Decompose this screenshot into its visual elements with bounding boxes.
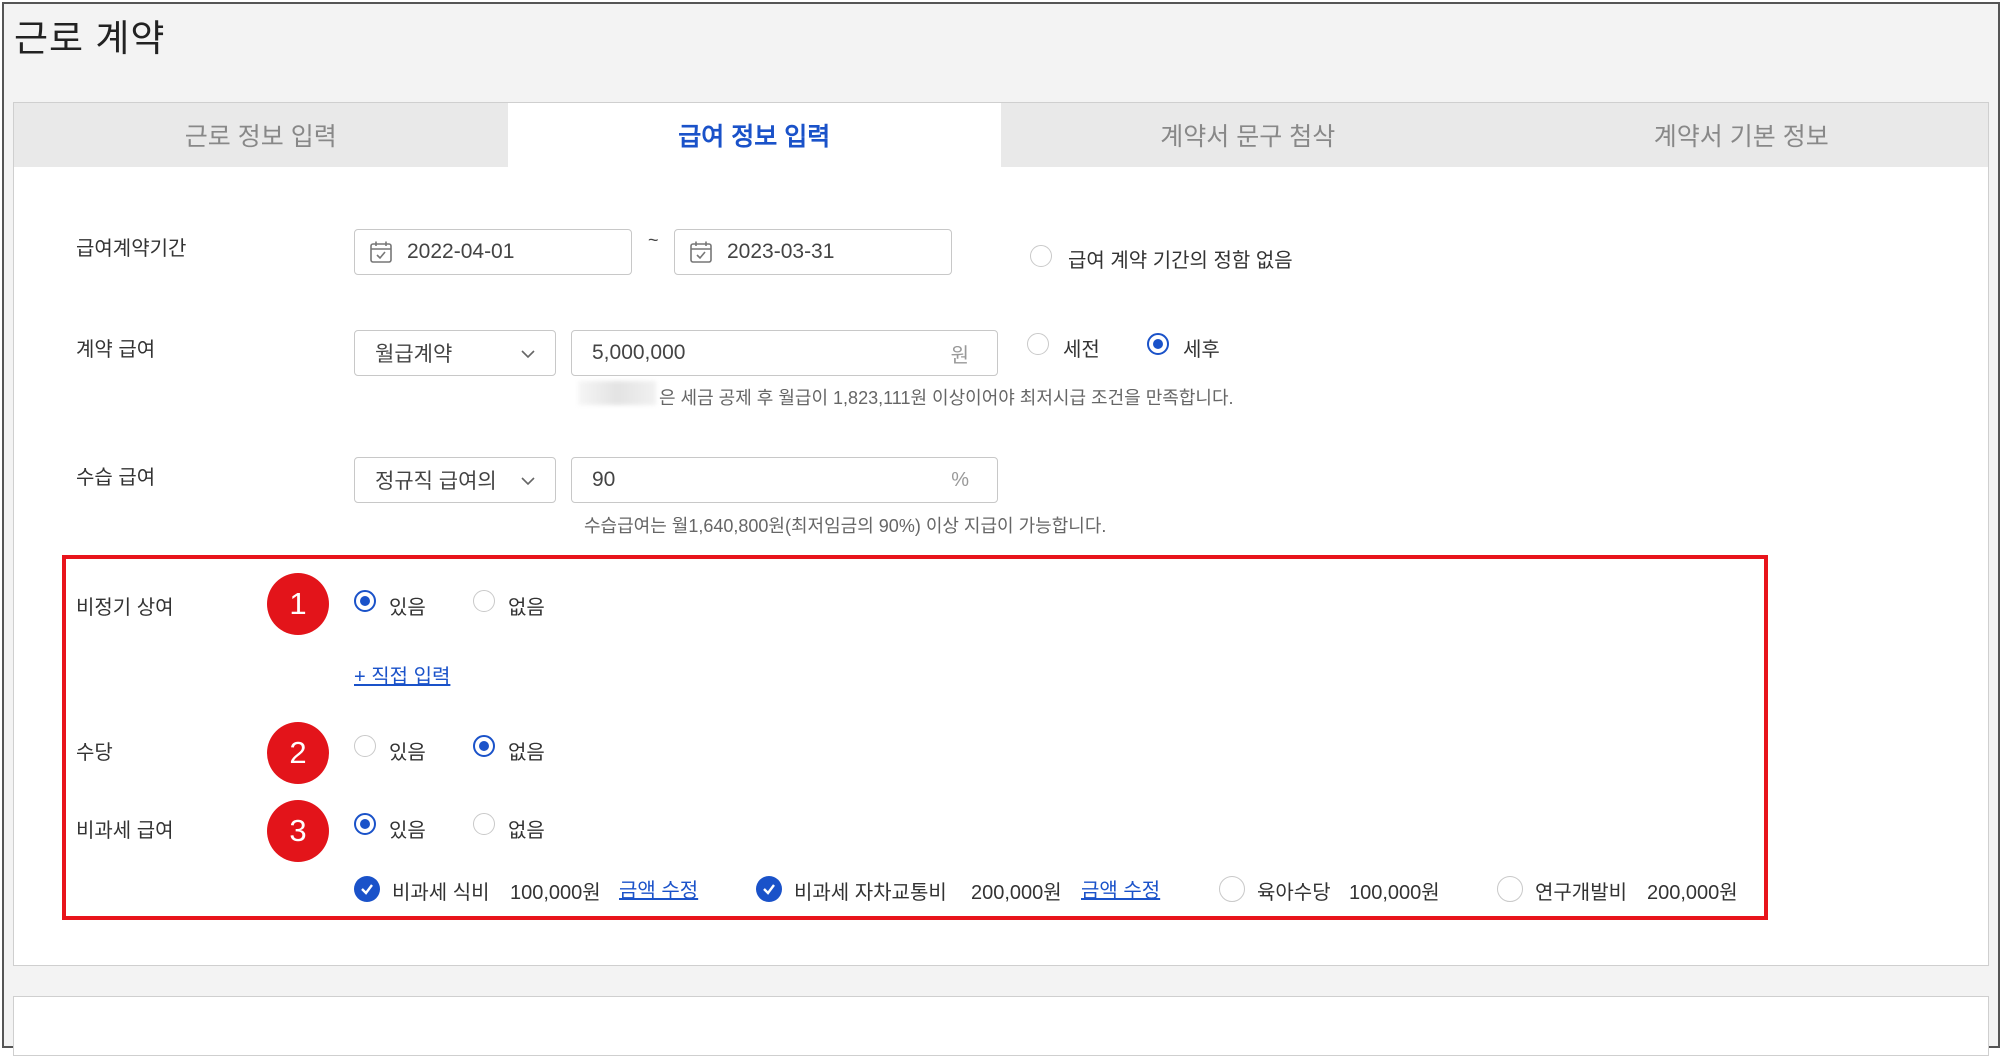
salary-label: 계약 급여 — [76, 339, 156, 361]
allowance-no-radio[interactable] — [473, 735, 495, 757]
meal-checkbox[interactable] — [354, 876, 380, 902]
allowance-yes-label: 있음 — [389, 742, 426, 764]
meal-name: 비과세 식비 — [392, 882, 490, 904]
period-end-value: 2023-03-31 — [727, 240, 835, 263]
salary-amount-input[interactable]: 5,000,000 원 — [571, 330, 998, 376]
period-end-input[interactable]: 2023-03-31 — [674, 229, 952, 275]
tab-contract-wording[interactable]: 계약서 문구 첨삭 — [1001, 103, 1495, 167]
probation-type-select[interactable]: 정규직 급여의 — [354, 457, 556, 503]
period-start-value: 2022-04-01 — [407, 240, 515, 263]
tab-contract-basic-info[interactable]: 계약서 기본 정보 — [1494, 103, 1988, 167]
next-panel — [13, 996, 1989, 1056]
research-checkbox[interactable] — [1497, 876, 1523, 902]
bonus-yes-radio[interactable] — [354, 590, 376, 612]
salary-amount-value: 5,000,000 — [592, 341, 686, 364]
probation-label: 수습 급여 — [76, 467, 156, 489]
posttax-radio[interactable] — [1147, 333, 1169, 355]
bonus-label: 비정기 상여 — [76, 597, 174, 619]
period-label: 급여계약기간 — [76, 238, 187, 260]
allowance-label: 수당 — [76, 742, 113, 764]
car-transport-amount: 200,000원 — [971, 882, 1062, 904]
no-period-label: 급여 계약 기간의 정함 없음 — [1068, 250, 1293, 272]
pretax-radio[interactable] — [1027, 333, 1049, 355]
bonus-no-label: 없음 — [508, 597, 545, 619]
redacted-name — [578, 381, 656, 405]
period-separator: ~ — [648, 230, 659, 250]
chevron-down-icon — [521, 477, 535, 486]
chevron-down-icon — [521, 350, 535, 359]
nontax-yes-radio[interactable] — [354, 813, 376, 835]
research-amount: 200,000원 — [1647, 882, 1738, 904]
childcare-name: 육아수당 — [1257, 882, 1331, 904]
page-title: 근로 계약 — [14, 18, 166, 59]
nontax-label: 비과세 급여 — [76, 820, 174, 842]
nontax-yes-label: 있음 — [389, 820, 426, 842]
check-icon — [763, 884, 775, 895]
no-period-radio[interactable] — [1030, 245, 1052, 267]
nontax-no-radio[interactable] — [473, 813, 495, 835]
research-name: 연구개발비 — [1535, 882, 1627, 904]
bonus-yes-label: 있음 — [389, 597, 426, 619]
probation-unit: % — [951, 468, 969, 491]
meal-edit-link[interactable]: 금액 수정 — [619, 874, 698, 903]
tab-bar: 근로 정보 입력 급여 정보 입력 계약서 문구 첨삭 계약서 기본 정보 — [14, 103, 1988, 167]
probation-percent-input[interactable]: 90 % — [571, 457, 998, 503]
tab-salary-info[interactable]: 급여 정보 입력 — [507, 103, 1001, 167]
direct-input-link[interactable]: + 직접 입력 — [354, 660, 450, 689]
nontax-no-label: 없음 — [508, 820, 545, 842]
probation-percent-value: 90 — [592, 468, 616, 491]
allowance-no-label: 없음 — [508, 742, 545, 764]
calendar-icon — [690, 241, 712, 263]
salary-unit: 원 — [950, 344, 969, 367]
pretax-label: 세전 — [1063, 339, 1100, 361]
posttax-label: 세후 — [1183, 339, 1220, 361]
allowance-yes-radio[interactable] — [354, 735, 376, 757]
calendar-icon — [370, 241, 392, 263]
car-transport-checkbox[interactable] — [756, 876, 782, 902]
salary-hint: 은 세금 공제 후 월급이 1,823,111원 이상이어야 최저시급 조건을 … — [659, 388, 1234, 408]
bonus-no-radio[interactable] — [473, 590, 495, 612]
car-transport-name: 비과세 자차교통비 — [794, 882, 947, 904]
probation-type-value: 정규직 급여의 — [375, 470, 497, 493]
salary-type-value: 월급계약 — [375, 343, 453, 366]
salary-type-select[interactable]: 월급계약 — [354, 330, 556, 376]
probation-hint: 수습급여는 월1,640,800원(최저임금의 90%) 이상 지급이 가능합니… — [584, 516, 1107, 536]
car-transport-edit-link[interactable]: 금액 수정 — [1081, 874, 1160, 903]
period-start-input[interactable]: 2022-04-01 — [354, 229, 632, 275]
step-badge-3: 3 — [267, 800, 329, 862]
childcare-checkbox[interactable] — [1219, 876, 1245, 902]
tab-work-info[interactable]: 근로 정보 입력 — [14, 103, 508, 167]
meal-amount: 100,000원 — [510, 882, 601, 904]
step-badge-2: 2 — [267, 722, 329, 784]
childcare-amount: 100,000원 — [1349, 882, 1440, 904]
check-icon — [361, 884, 373, 895]
step-badge-1: 1 — [267, 573, 329, 635]
